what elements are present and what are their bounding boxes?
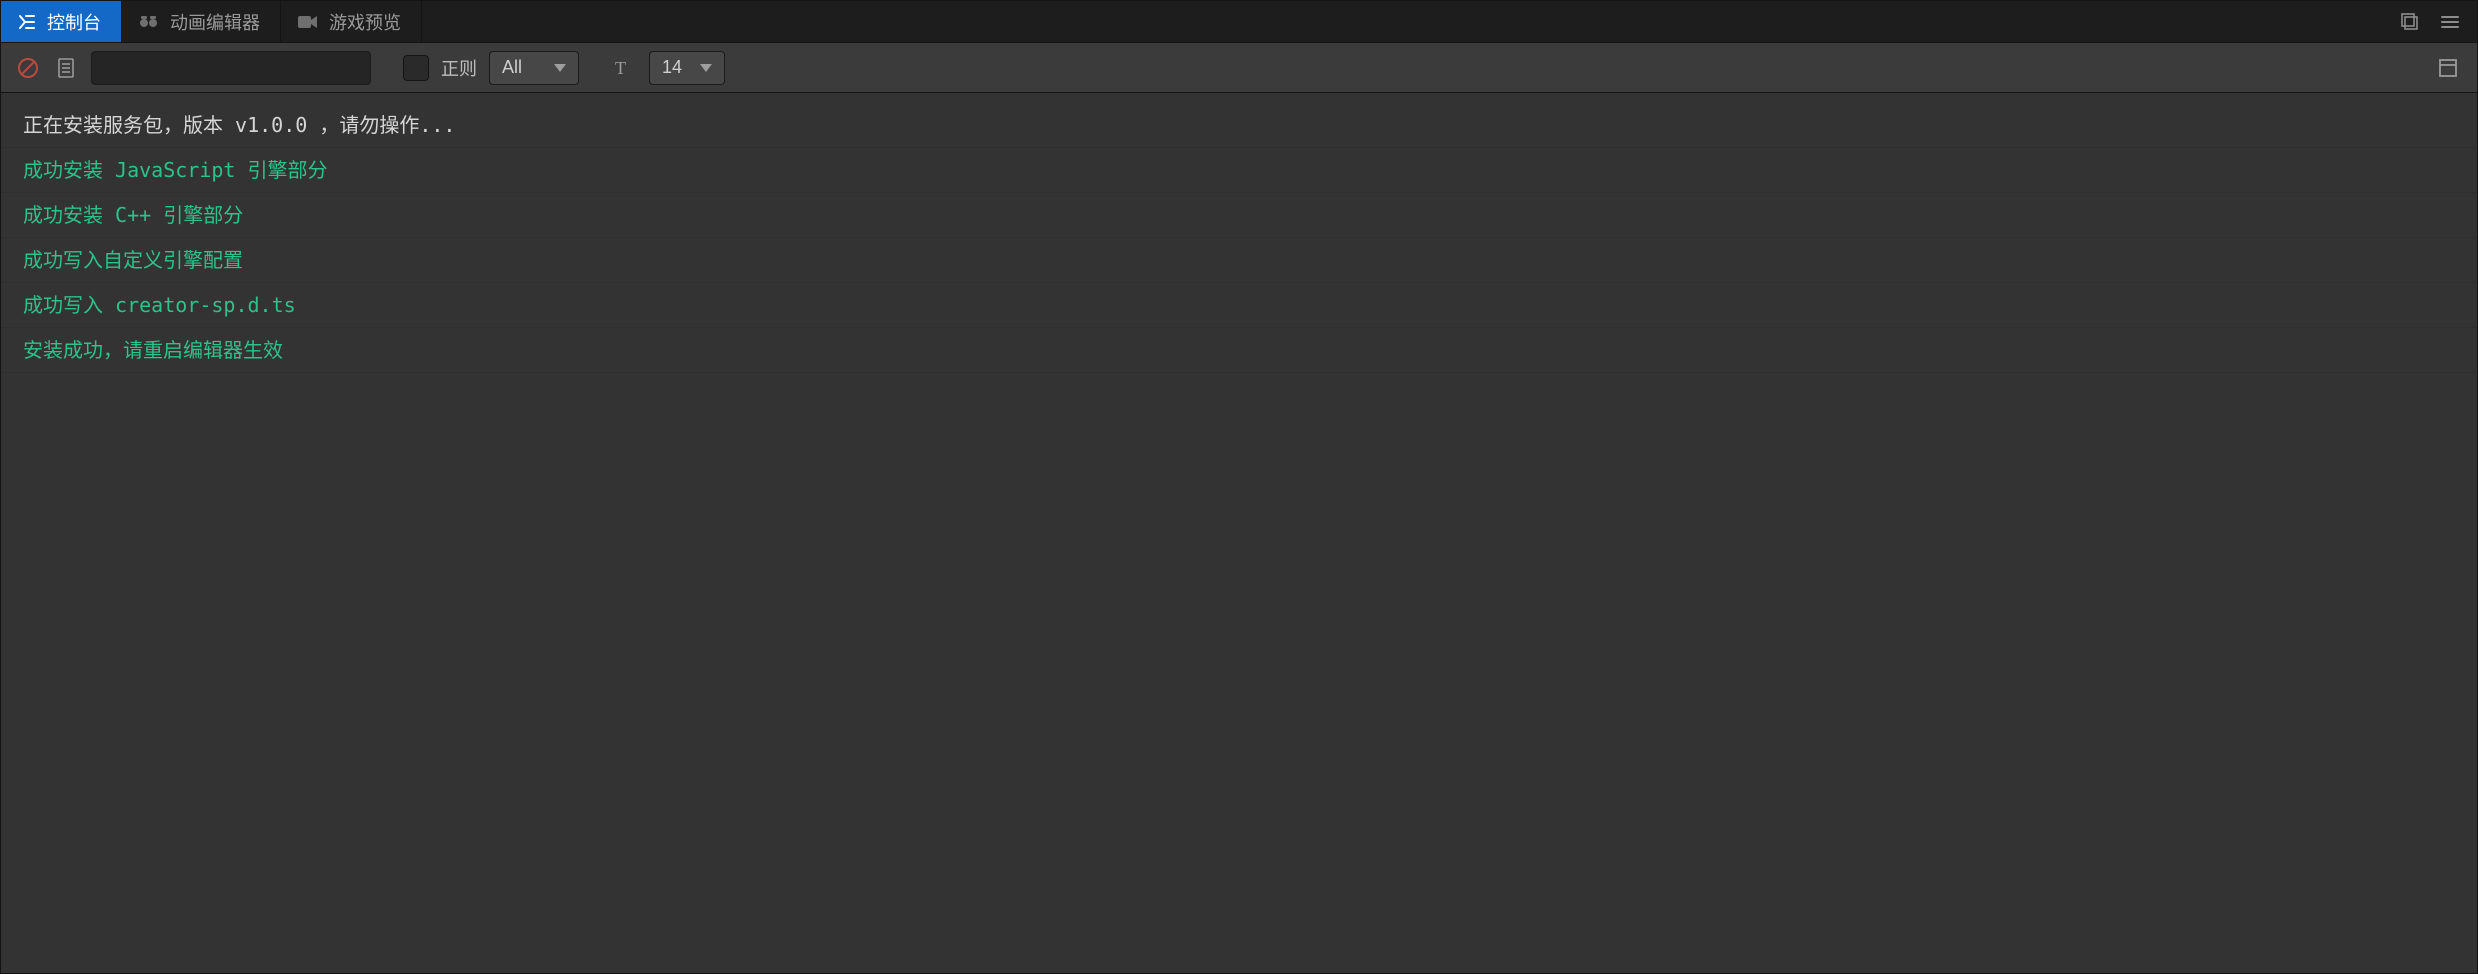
tabs-right-controls <box>2397 1 2477 42</box>
log-line[interactable]: 安装成功，请重启编辑器生效 <box>1 328 2477 373</box>
search-input[interactable] <box>91 51 371 85</box>
log-line[interactable]: 成功安装 JavaScript 引擎部分 <box>1 148 2477 193</box>
tab-label: 动画编辑器 <box>170 9 260 35</box>
copy-button[interactable] <box>53 55 79 81</box>
popout-button[interactable] <box>2397 9 2423 35</box>
animation-icon <box>138 12 160 32</box>
console-toolbar: 正则 All T 14 <box>1 43 2477 93</box>
tab-animation-editor[interactable]: 动画编辑器 <box>122 1 281 42</box>
log-line[interactable]: 成功安装 C++ 引擎部分 <box>1 193 2477 238</box>
tab-label: 游戏预览 <box>329 9 401 35</box>
tabs-bar: 控制台 动画编辑器 游戏预览 <box>1 1 2477 43</box>
log-line[interactable]: 成功写入自定义引擎配置 <box>1 238 2477 283</box>
chevron-down-icon <box>700 64 712 72</box>
console-panel: 控制台 动画编辑器 游戏预览 <box>0 0 2478 974</box>
tab-game-preview[interactable]: 游戏预览 <box>281 1 422 42</box>
clear-button[interactable] <box>15 55 41 81</box>
console-output[interactable]: 正在安装服务包，版本 v1.0.0 ，请勿操作...成功安装 JavaScrip… <box>1 93 2477 973</box>
tab-label: 控制台 <box>47 9 101 35</box>
font-size-value: 14 <box>662 57 682 78</box>
log-level-select[interactable]: All <box>489 51 579 85</box>
chevron-down-icon <box>554 64 566 72</box>
log-line[interactable]: 成功写入 creator-sp.d.ts <box>1 283 2477 328</box>
log-line[interactable]: 正在安装服务包，版本 v1.0.0 ，请勿操作... <box>1 103 2477 148</box>
collapse-button[interactable] <box>2435 55 2461 81</box>
console-icon <box>17 12 37 32</box>
panel-menu-button[interactable] <box>2437 9 2463 35</box>
camera-icon <box>297 13 319 31</box>
regex-label: 正则 <box>441 55 477 81</box>
font-size-icon: T <box>611 55 637 81</box>
tab-console[interactable]: 控制台 <box>1 1 122 42</box>
regex-checkbox[interactable] <box>403 55 429 81</box>
svg-text:T: T <box>615 58 626 78</box>
toolbar-right <box>2435 55 2463 81</box>
font-size-select[interactable]: 14 <box>649 51 725 85</box>
log-level-value: All <box>502 57 522 78</box>
